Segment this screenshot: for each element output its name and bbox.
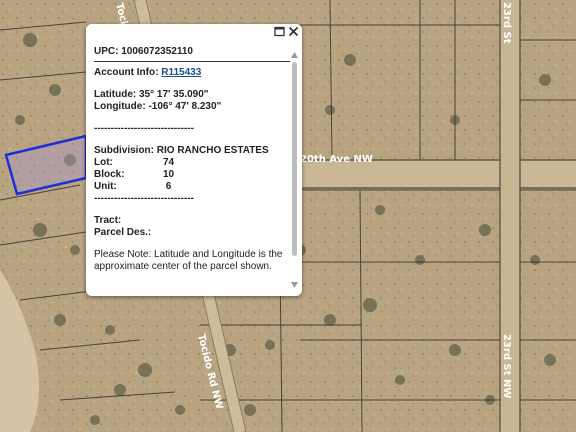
road-label-23rd-st-bottom: 23rd St NW <box>501 334 512 398</box>
separator-line: ------------------------------ <box>94 123 194 134</box>
unit-row: Unit: 6 <box>94 181 290 193</box>
subdivision-value: RIO RANCHO ESTATES <box>156 145 269 156</box>
parcel-des-label: Parcel Des.: <box>94 227 152 238</box>
latitude-label: Latitude: <box>94 89 137 100</box>
subdivision-label: Subdivision: <box>94 145 154 156</box>
longitude-value: -106° 47' 8.230" <box>148 101 222 112</box>
maximize-icon[interactable] <box>274 26 285 37</box>
scroll-up-icon[interactable] <box>291 52 298 58</box>
unit-label: Unit: <box>94 181 117 192</box>
upc-value: 1006072352110 <box>121 46 193 57</box>
popup-divider <box>94 61 290 62</box>
tract-label: Tract: <box>94 215 122 226</box>
latitude-value: 35° 17' 35.090" <box>139 89 209 100</box>
block-row: Block: 10 <box>94 169 290 181</box>
road-label-20th-ave: 20th Ave NW <box>300 154 373 165</box>
upc-label: UPC: <box>94 46 119 57</box>
popup-scrollbar[interactable] <box>290 52 299 292</box>
block-value: 10 <box>163 169 175 180</box>
lot-label: Lot: <box>94 157 113 168</box>
separator-line-2: ------------------------------ <box>94 193 194 204</box>
road-label-23rd-st-top: 23rd St <box>501 2 512 44</box>
longitude-row: Longitude: -106° 47' 8.230" <box>94 101 290 113</box>
lat-long-note: Please Note: Latitude and Longitude is t… <box>94 249 283 272</box>
subdivision-row: Subdivision: RIO RANCHO ESTATES <box>94 145 290 157</box>
upc-row: UPC: 1006072352110 <box>94 46 290 58</box>
popup-titlebar <box>86 24 302 38</box>
longitude-label: Longitude: <box>94 101 146 112</box>
popup-content: UPC: 1006072352110 Account Info: R115433… <box>94 46 290 292</box>
lot-row: Lot: 74 <box>94 157 290 169</box>
scroll-down-icon[interactable] <box>291 282 298 288</box>
account-row: Account Info: R115433 <box>94 67 290 79</box>
account-label: Account Info: <box>94 67 159 78</box>
parcel-info-popup: UPC: 1006072352110 Account Info: R115433… <box>86 24 302 296</box>
block-label: Block: <box>94 169 125 180</box>
account-link[interactable]: R115433 <box>161 67 201 78</box>
close-icon[interactable] <box>288 26 299 37</box>
latitude-row: Latitude: 35° 17' 35.090" <box>94 89 290 101</box>
lot-value: 74 <box>163 157 175 168</box>
unit-value: 6 <box>163 181 172 192</box>
scroll-thumb[interactable] <box>292 62 297 256</box>
